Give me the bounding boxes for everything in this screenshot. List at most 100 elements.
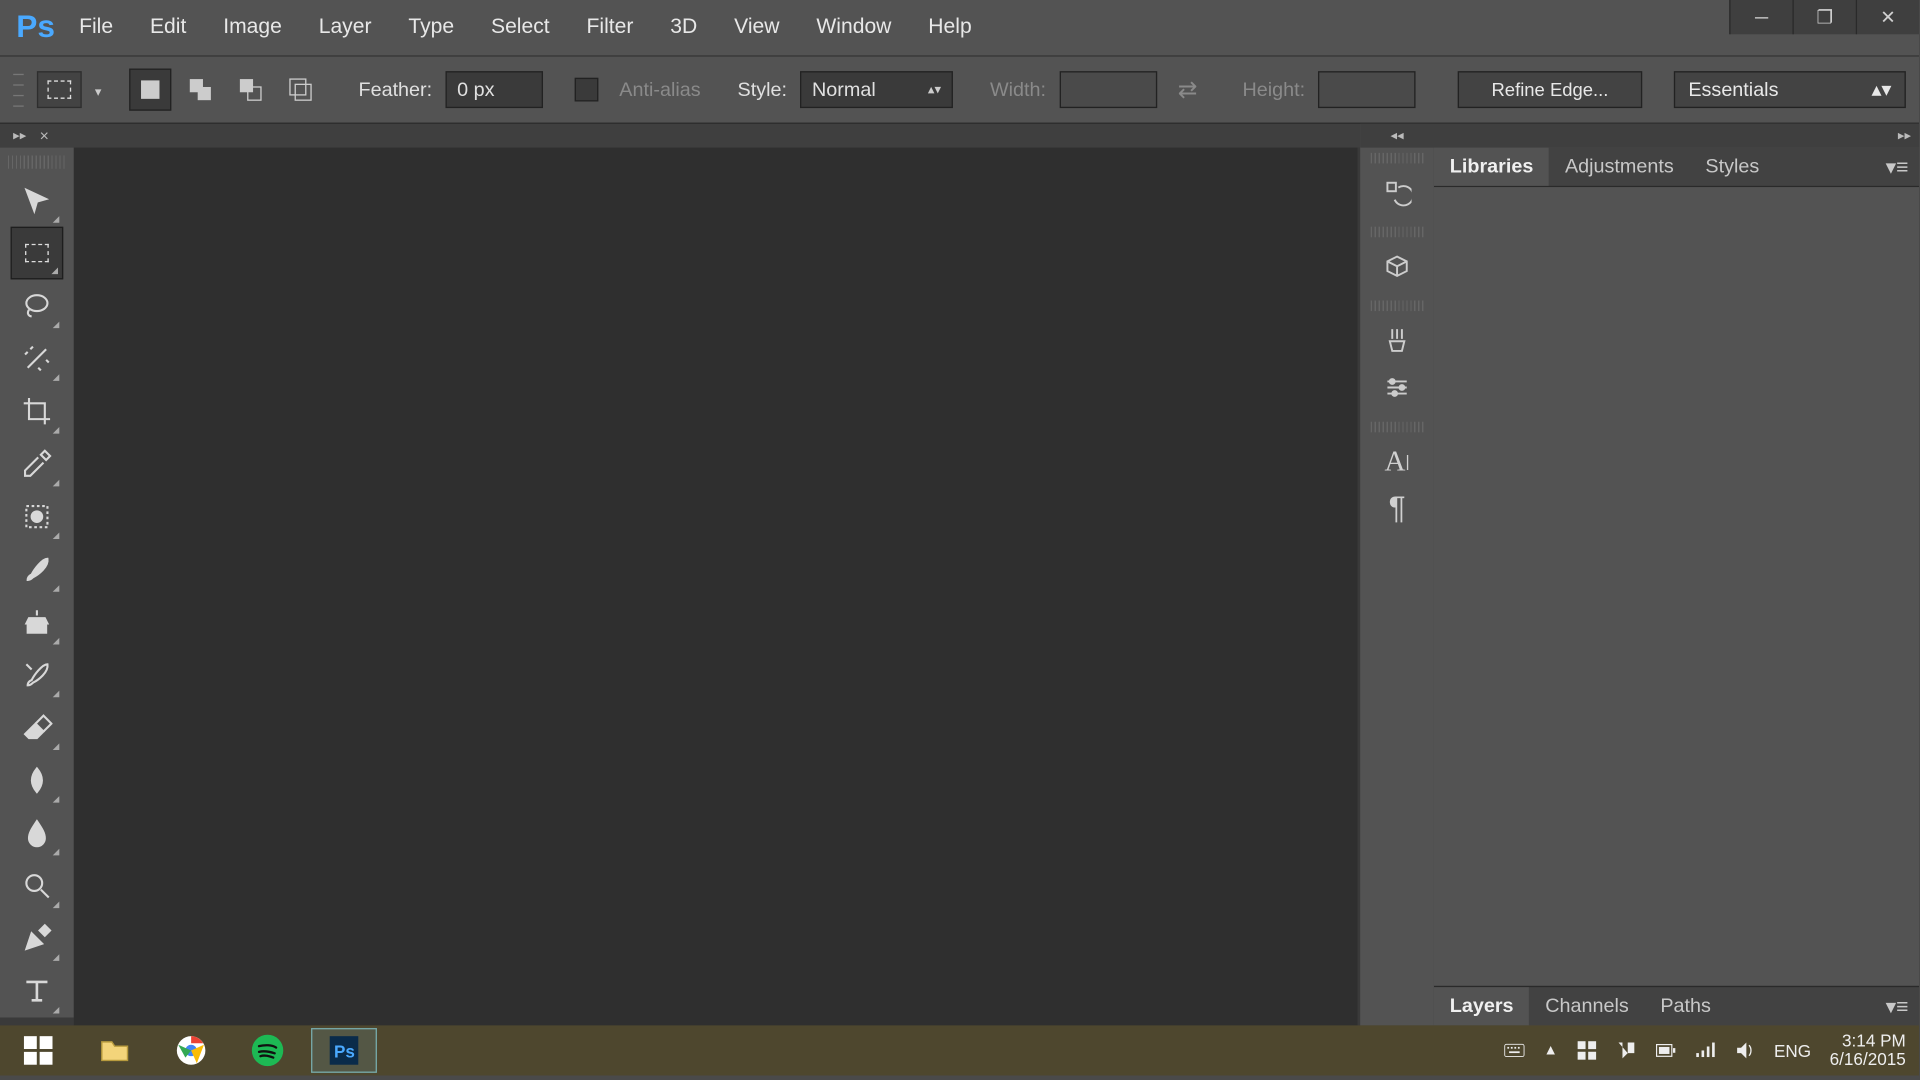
workspace-switcher[interactable]: Essentials ▴▾: [1674, 71, 1906, 108]
action-center-flag-icon[interactable]: [1616, 1040, 1637, 1061]
gradient-tool[interactable]: [11, 754, 64, 807]
menu-help[interactable]: Help: [910, 0, 990, 55]
workspace-value: Essentials: [1688, 78, 1778, 100]
selection-mode-group: [129, 69, 321, 111]
tab-adjustments[interactable]: Adjustments: [1549, 148, 1689, 186]
adjustments-sliders-panel-icon[interactable]: [1371, 364, 1424, 411]
collapse-right-icon[interactable]: ▸▸: [1434, 124, 1919, 148]
lasso-tool[interactable]: [11, 279, 64, 332]
history-brush-tool[interactable]: [11, 648, 64, 701]
dodge-tool[interactable]: [11, 859, 64, 912]
rectangular-marquee-tool[interactable]: [11, 227, 64, 280]
subtract-from-selection-button[interactable]: [229, 69, 271, 111]
battery-icon[interactable]: [1655, 1040, 1676, 1061]
bottom-panel-tabs: Layers Channels Paths ▾≡: [1434, 986, 1919, 1026]
tray-time: 3:14 PM: [1830, 1032, 1906, 1051]
spot-healing-brush-tool[interactable]: [11, 490, 64, 543]
menu-edit[interactable]: Edit: [132, 0, 205, 55]
eyedropper-tool[interactable]: [11, 438, 64, 491]
taskbar-spotify[interactable]: [235, 1028, 301, 1073]
add-to-selection-button[interactable]: [179, 69, 221, 111]
style-label: Style:: [738, 78, 787, 100]
tray-date: 6/16/2015: [1830, 1050, 1906, 1069]
tab-channels[interactable]: Channels: [1529, 987, 1644, 1025]
rectangular-marquee-icon: [25, 244, 49, 262]
menu-image[interactable]: Image: [205, 0, 301, 55]
history-panel-icon[interactable]: [1371, 169, 1424, 216]
tray-clock[interactable]: 3:14 PM 6/16/2015: [1830, 1032, 1906, 1070]
menu-3d[interactable]: 3D: [652, 0, 716, 55]
rectangular-marquee-icon: [47, 80, 71, 98]
brush-tool[interactable]: [11, 543, 64, 596]
tool-preset-picker[interactable]: ▾: [37, 71, 82, 108]
svg-text:Ps: Ps: [334, 1042, 355, 1062]
menu-view[interactable]: View: [716, 0, 798, 55]
height-label: Height:: [1242, 78, 1305, 100]
canvas-area[interactable]: [74, 148, 1358, 1026]
paragraph-panel-icon[interactable]: ¶: [1371, 485, 1424, 532]
keyboard-icon[interactable]: [1504, 1040, 1525, 1061]
antialias-checkbox: [574, 78, 598, 102]
taskbar-photoshop[interactable]: Ps: [311, 1028, 377, 1073]
chevron-updown-icon: ▴▾: [1871, 78, 1891, 102]
feather-input[interactable]: [445, 71, 543, 108]
tab-layers[interactable]: Layers: [1434, 987, 1529, 1025]
collapse-arrows-icon[interactable]: ◂◂: [1360, 124, 1434, 148]
clone-stamp-tool[interactable]: [11, 596, 64, 649]
menu-file[interactable]: File: [61, 0, 132, 55]
menu-type[interactable]: Type: [390, 0, 473, 55]
taskbar-file-explorer[interactable]: [82, 1028, 148, 1073]
windows-taskbar: Ps ▲ ENG 3:14 PM 6/16/2015: [0, 1025, 1919, 1075]
menu-select[interactable]: Select: [473, 0, 569, 55]
start-button[interactable]: [5, 1028, 71, 1073]
magic-wand-tool[interactable]: [11, 332, 64, 385]
right-panel-cluster: ◂◂ A| ¶ ▸▸ Libraries Adjustments Styles …: [1360, 124, 1919, 1026]
menu-layer[interactable]: Layer: [300, 0, 390, 55]
width-input: [1059, 71, 1157, 108]
feather-label: Feather:: [358, 78, 432, 100]
type-tool[interactable]: [11, 965, 64, 1018]
move-tool[interactable]: [11, 174, 64, 227]
taskbar-chrome[interactable]: [158, 1028, 224, 1073]
tab-styles[interactable]: Styles: [1690, 148, 1775, 186]
character-panel-icon[interactable]: A|: [1371, 438, 1424, 485]
expand-dock-icon[interactable]: ▸▸: [13, 129, 26, 143]
refine-edge-button[interactable]: Refine Edge...: [1458, 71, 1643, 108]
wifi-signal-icon[interactable]: [1695, 1040, 1716, 1061]
style-dropdown[interactable]: Normal ▴▾: [800, 71, 953, 108]
libraries-panel-body[interactable]: [1434, 187, 1919, 986]
crop-tool[interactable]: [11, 385, 64, 438]
tray-chevron-up-icon[interactable]: ▲: [1544, 1043, 1558, 1059]
brush-presets-panel-icon[interactable]: [1371, 316, 1424, 363]
tools-drag-handle[interactable]: [8, 156, 66, 169]
new-selection-button[interactable]: [129, 69, 171, 111]
window-close-button[interactable]: ✕: [1856, 0, 1919, 34]
window-maximize-button[interactable]: ❐: [1792, 0, 1855, 34]
options-drag-handle[interactable]: [13, 69, 24, 111]
height-input: [1318, 71, 1416, 108]
intersect-selection-button[interactable]: [279, 69, 321, 111]
system-tray: ▲ ENG 3:14 PM 6/16/2015: [1504, 1032, 1919, 1070]
close-tab-icon[interactable]: ×: [40, 127, 49, 145]
eraser-tool[interactable]: [11, 701, 64, 754]
right-panels: ▸▸ Libraries Adjustments Styles ▾≡ Layer…: [1434, 124, 1919, 1026]
tab-libraries[interactable]: Libraries: [1434, 148, 1549, 186]
menu-filter[interactable]: Filter: [568, 0, 652, 55]
pen-tool[interactable]: [11, 912, 64, 965]
chevron-down-icon: ▾: [95, 86, 102, 100]
3d-panel-icon[interactable]: [1371, 243, 1424, 290]
language-indicator[interactable]: ENG: [1774, 1041, 1811, 1061]
panel-menu-icon[interactable]: ▾≡: [1875, 987, 1919, 1025]
volume-icon[interactable]: [1734, 1040, 1755, 1061]
tab-paths[interactable]: Paths: [1645, 987, 1727, 1025]
blur-tool[interactable]: [11, 807, 64, 860]
panel-menu-icon[interactable]: ▾≡: [1875, 148, 1919, 186]
antialias-label: Anti-alias: [619, 78, 700, 100]
photoshop-logo-icon: Ps: [11, 8, 61, 48]
menu-window[interactable]: Window: [798, 0, 910, 55]
windows-flag-icon[interactable]: [1576, 1040, 1597, 1061]
collapsed-panels-column: ◂◂ A| ¶: [1360, 124, 1434, 1026]
options-bar: ▾ Feather: Anti-alias Style: Normal ▴▾ W…: [0, 55, 1919, 124]
window-minimize-button[interactable]: ─: [1729, 0, 1792, 34]
menu-bar: Ps File Edit Image Layer Type Select Fil…: [0, 0, 1919, 55]
